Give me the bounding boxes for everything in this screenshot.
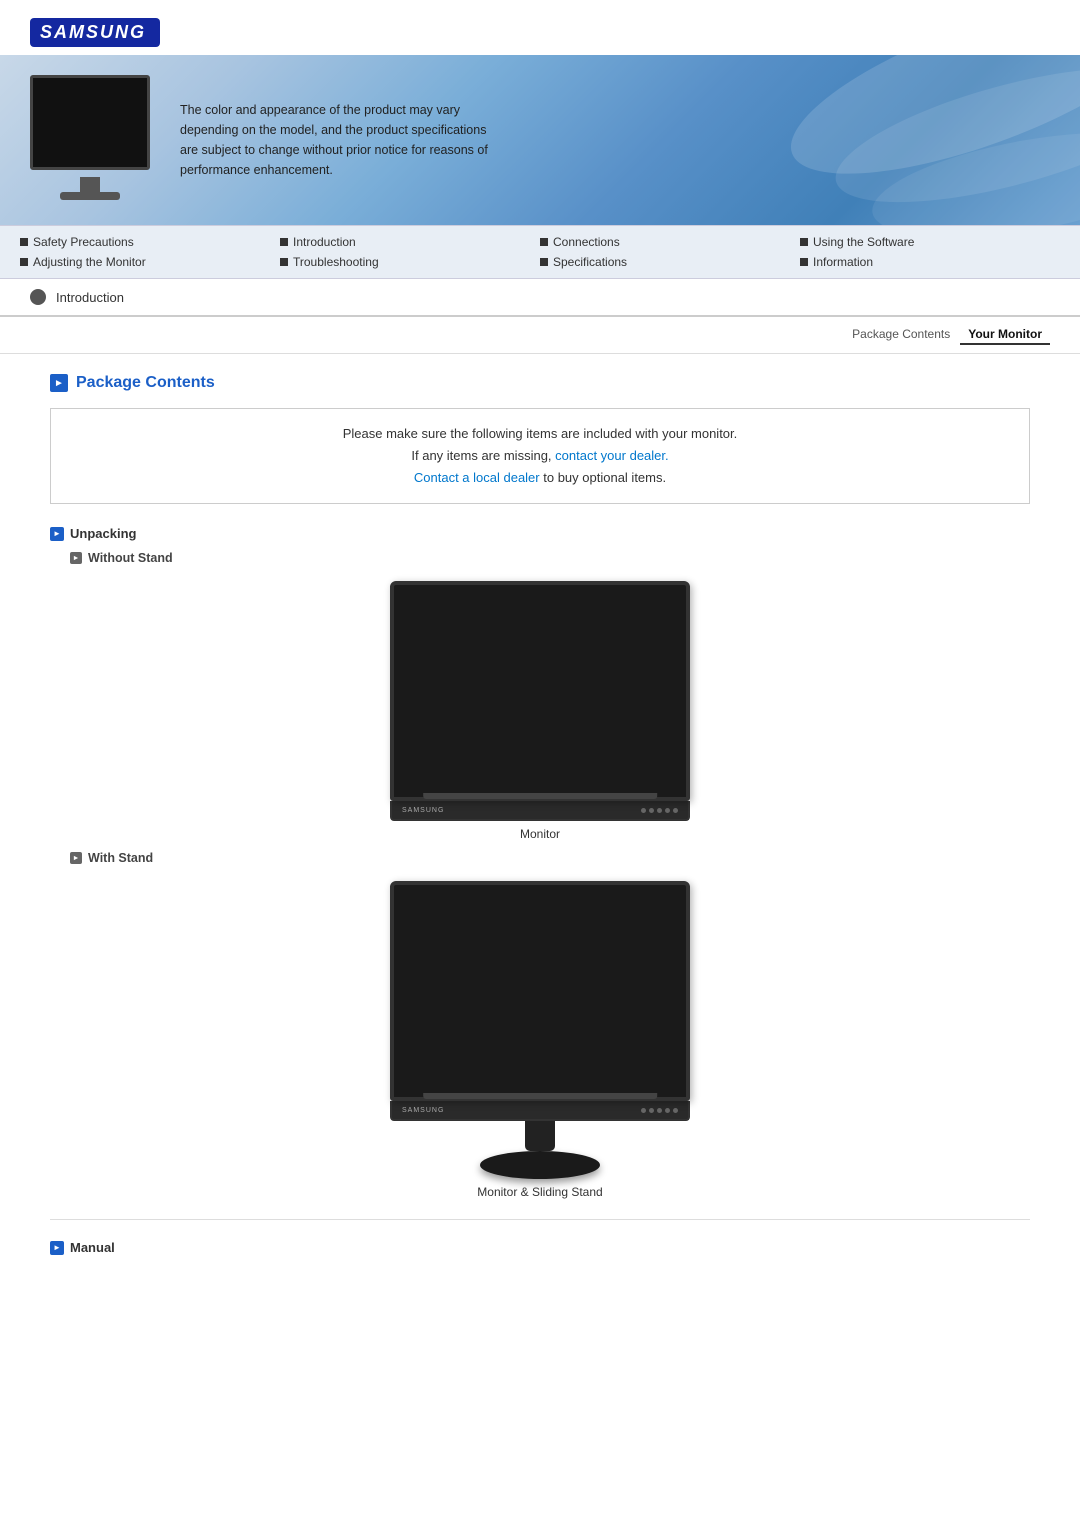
monitor-stand-dot-3 — [657, 1108, 662, 1113]
monitor-stand-dot-1 — [641, 1108, 646, 1113]
with-stand-label: With Stand — [88, 851, 153, 865]
without-stand-icon: ► — [70, 552, 82, 564]
nav-col-4: Using the Software Information — [800, 232, 1060, 272]
manual-heading: ► Manual — [50, 1240, 1030, 1255]
package-contents-heading: ► Package Contents — [50, 374, 1030, 392]
monitor-with-stand-wrapper: SAMSUNG Monitor & Sliding Stand — [50, 881, 1030, 1199]
without-stand-label: Without Stand — [88, 551, 173, 565]
unpacking-label: Unpacking — [70, 526, 136, 541]
monitor-brand-label: SAMSUNG — [402, 807, 444, 814]
nav-label-adjusting: Adjusting the Monitor — [33, 255, 146, 269]
monitor-dot-3 — [657, 808, 662, 813]
header: SAMSUNG — [0, 0, 1080, 55]
monitor-dot-2 — [649, 808, 654, 813]
nav-bullet-connections — [540, 238, 548, 246]
nav-item-adjusting[interactable]: Adjusting the Monitor — [20, 252, 280, 272]
nav-bullet-specifications — [540, 258, 548, 266]
monitor-stand-dot-5 — [673, 1108, 678, 1113]
banner-text: The color and appearance of the product … — [180, 100, 500, 180]
nav-bullet-troubleshooting — [280, 258, 288, 266]
nav-col-3: Connections Specifications — [540, 232, 800, 272]
nav-item-connections[interactable]: Connections — [540, 232, 800, 252]
nav-col-2: Introduction Troubleshooting — [280, 232, 540, 272]
unpacking-icon: ► — [50, 527, 64, 541]
info-link-local-dealer[interactable]: Contact a local dealer — [414, 470, 540, 485]
package-contents-icon: ► — [50, 374, 68, 392]
tab-label-introduction[interactable]: Introduction — [56, 290, 124, 305]
monitor-caption: Monitor — [520, 827, 560, 841]
nav-label-specifications: Specifications — [553, 255, 627, 269]
banner-monitor-base — [60, 192, 120, 200]
nav-item-specifications[interactable]: Specifications — [540, 252, 800, 272]
stand-base — [480, 1151, 600, 1179]
sub-tab-your-monitor[interactable]: Your Monitor — [960, 325, 1050, 345]
monitor-without-stand-wrapper: SAMSUNG Monitor — [50, 581, 1030, 841]
monitor-stand-caption: Monitor & Sliding Stand — [477, 1185, 602, 1199]
banner-swirl-decoration — [730, 55, 1080, 225]
sub-tab-package-contents[interactable]: Package Contents — [844, 325, 958, 345]
info-line2: If any items are missing, — [411, 448, 551, 463]
nav-bullet-software — [800, 238, 808, 246]
nav-item-safety[interactable]: Safety Precautions — [20, 232, 280, 252]
nav-label-connections: Connections — [553, 235, 620, 249]
tab-bar: Introduction — [0, 279, 1080, 317]
with-stand-icon: ► — [70, 852, 82, 864]
stand-neck — [525, 1121, 555, 1151]
monitor-stand-dot-2 — [649, 1108, 654, 1113]
unpacking-section: ► Unpacking — [50, 526, 1030, 541]
with-stand-heading: ► With Stand — [70, 851, 1030, 865]
nav-item-software[interactable]: Using the Software — [800, 232, 1060, 252]
nav-bullet-intro — [280, 238, 288, 246]
manual-icon: ► — [50, 1241, 64, 1255]
monitor-bottom-bar: SAMSUNG — [390, 801, 690, 821]
manual-section: ► Manual — [50, 1240, 1030, 1255]
without-stand-heading: ► Without Stand — [70, 551, 1030, 565]
nav-bar: Safety Precautions Adjusting the Monitor… — [0, 225, 1080, 279]
info-link-contact-dealer[interactable]: contact your dealer. — [555, 448, 668, 463]
monitor-dot-1 — [641, 808, 646, 813]
samsung-logo: SAMSUNG — [30, 18, 160, 47]
monitor-dot-4 — [665, 808, 670, 813]
unpacking-heading: ► Unpacking — [50, 526, 1030, 541]
nav-bullet-safety — [20, 238, 28, 246]
nav-label-safety: Safety Precautions — [33, 235, 134, 249]
monitor-with-stand-screen — [390, 881, 690, 1101]
monitor-stand-brand-label: SAMSUNG — [402, 1107, 444, 1114]
manual-label: Manual — [70, 1240, 115, 1255]
nav-item-intro[interactable]: Introduction — [280, 232, 540, 252]
main-content: ► Package Contents Please make sure the … — [0, 354, 1080, 1285]
nav-label-troubleshooting: Troubleshooting — [293, 255, 379, 269]
info-box: Please make sure the following items are… — [50, 408, 1030, 504]
monitor-stand-container: SAMSUNG — [390, 881, 690, 1179]
info-line1: Please make sure the following items are… — [343, 426, 738, 441]
tab-icon-introduction — [30, 289, 46, 305]
nav-label-information: Information — [813, 255, 873, 269]
info-link2-suffix: to buy optional items. — [543, 470, 666, 485]
nav-bullet-information — [800, 258, 808, 266]
monitor-stand-bottom-bar: SAMSUNG — [390, 1101, 690, 1121]
monitor-flat-image — [390, 581, 690, 801]
banner: The color and appearance of the product … — [0, 55, 1080, 225]
monitor-stand-dot-4 — [665, 1108, 670, 1113]
nav-item-information[interactable]: Information — [800, 252, 1060, 272]
nav-label-intro: Introduction — [293, 235, 356, 249]
monitor-dots — [641, 808, 678, 813]
nav-bullet-adjusting — [20, 258, 28, 266]
banner-monitor-illustration — [20, 75, 160, 205]
monitor-stand-dots — [641, 1108, 678, 1113]
monitor-flat-container: SAMSUNG — [390, 581, 690, 821]
nav-item-troubleshooting[interactable]: Troubleshooting — [280, 252, 540, 272]
nav-label-software: Using the Software — [813, 235, 914, 249]
sub-tabs: Package Contents Your Monitor — [0, 317, 1080, 354]
monitor-dot-5 — [673, 808, 678, 813]
nav-col-1: Safety Precautions Adjusting the Monitor — [20, 232, 280, 272]
banner-monitor-screen — [30, 75, 150, 170]
section-divider — [50, 1219, 1030, 1220]
package-contents-title: Package Contents — [76, 374, 215, 392]
